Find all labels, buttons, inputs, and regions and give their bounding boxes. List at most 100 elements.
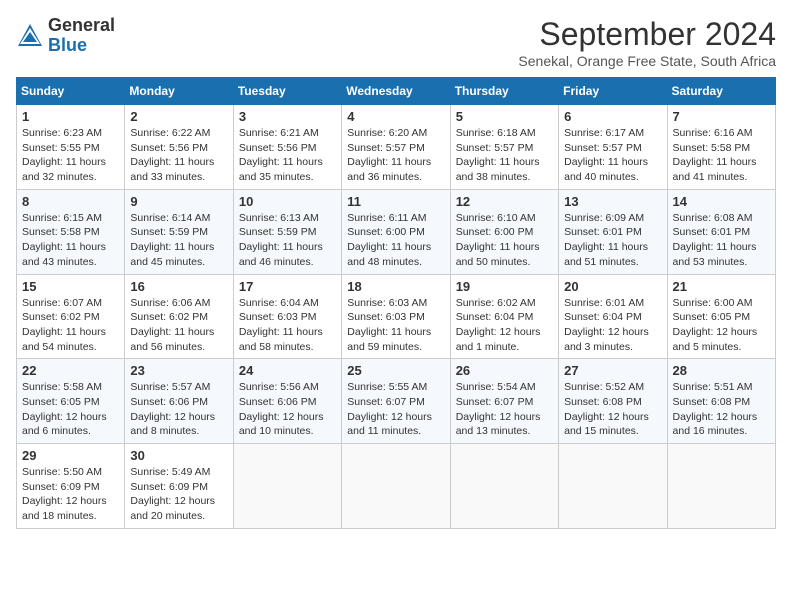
day-number: 28	[673, 363, 770, 378]
calendar-cell: 22 Sunrise: 5:58 AMSunset: 6:05 PMDaylig…	[17, 359, 125, 444]
day-info: Sunrise: 5:57 AMSunset: 6:06 PMDaylight:…	[130, 381, 215, 437]
calendar-cell: 19 Sunrise: 6:02 AMSunset: 6:04 PMDaylig…	[450, 274, 558, 359]
calendar-cell: 29 Sunrise: 5:50 AMSunset: 6:09 PMDaylig…	[17, 444, 125, 529]
calendar-cell: 3 Sunrise: 6:21 AMSunset: 5:56 PMDayligh…	[233, 105, 341, 190]
day-number: 18	[347, 279, 444, 294]
day-info: Sunrise: 5:54 AMSunset: 6:07 PMDaylight:…	[456, 381, 541, 437]
day-number: 24	[239, 363, 336, 378]
day-number: 29	[22, 448, 119, 463]
day-info: Sunrise: 6:17 AMSunset: 5:57 PMDaylight:…	[564, 127, 648, 183]
day-number: 10	[239, 194, 336, 209]
calendar-cell: 4 Sunrise: 6:20 AMSunset: 5:57 PMDayligh…	[342, 105, 450, 190]
calendar-cell: 23 Sunrise: 5:57 AMSunset: 6:06 PMDaylig…	[125, 359, 233, 444]
day-number: 6	[564, 109, 661, 124]
calendar-cell: 12 Sunrise: 6:10 AMSunset: 6:00 PMDaylig…	[450, 189, 558, 274]
calendar-cell	[342, 444, 450, 529]
calendar-cell: 16 Sunrise: 6:06 AMSunset: 6:02 PMDaylig…	[125, 274, 233, 359]
day-info: Sunrise: 6:03 AMSunset: 6:03 PMDaylight:…	[347, 297, 431, 353]
calendar-cell: 20 Sunrise: 6:01 AMSunset: 6:04 PMDaylig…	[559, 274, 667, 359]
page-header: General Blue September 2024 Senekal, Ora…	[16, 16, 776, 69]
calendar-cell	[450, 444, 558, 529]
day-number: 1	[22, 109, 119, 124]
weekday-header: Tuesday	[233, 78, 341, 105]
calendar-cell: 21 Sunrise: 6:00 AMSunset: 6:05 PMDaylig…	[667, 274, 775, 359]
day-info: Sunrise: 6:04 AMSunset: 6:03 PMDaylight:…	[239, 297, 323, 353]
calendar-header-row: SundayMondayTuesdayWednesdayThursdayFrid…	[17, 78, 776, 105]
calendar-week-row: 22 Sunrise: 5:58 AMSunset: 6:05 PMDaylig…	[17, 359, 776, 444]
calendar-cell: 5 Sunrise: 6:18 AMSunset: 5:57 PMDayligh…	[450, 105, 558, 190]
calendar-cell	[559, 444, 667, 529]
calendar-cell: 2 Sunrise: 6:22 AMSunset: 5:56 PMDayligh…	[125, 105, 233, 190]
day-info: Sunrise: 6:20 AMSunset: 5:57 PMDaylight:…	[347, 127, 431, 183]
day-number: 11	[347, 194, 444, 209]
calendar-cell: 24 Sunrise: 5:56 AMSunset: 6:06 PMDaylig…	[233, 359, 341, 444]
day-info: Sunrise: 6:11 AMSunset: 6:00 PMDaylight:…	[347, 212, 431, 268]
title-block: September 2024 Senekal, Orange Free Stat…	[518, 16, 776, 69]
day-info: Sunrise: 5:52 AMSunset: 6:08 PMDaylight:…	[564, 381, 649, 437]
calendar-week-row: 8 Sunrise: 6:15 AMSunset: 5:58 PMDayligh…	[17, 189, 776, 274]
calendar-cell: 30 Sunrise: 5:49 AMSunset: 6:09 PMDaylig…	[125, 444, 233, 529]
logo-icon	[16, 22, 44, 50]
day-info: Sunrise: 6:02 AMSunset: 6:04 PMDaylight:…	[456, 297, 541, 353]
calendar-cell: 17 Sunrise: 6:04 AMSunset: 6:03 PMDaylig…	[233, 274, 341, 359]
calendar-table: SundayMondayTuesdayWednesdayThursdayFrid…	[16, 77, 776, 529]
logo-text: General Blue	[48, 16, 115, 56]
calendar-cell: 18 Sunrise: 6:03 AMSunset: 6:03 PMDaylig…	[342, 274, 450, 359]
day-number: 26	[456, 363, 553, 378]
calendar-week-row: 15 Sunrise: 6:07 AMSunset: 6:02 PMDaylig…	[17, 274, 776, 359]
day-info: Sunrise: 6:14 AMSunset: 5:59 PMDaylight:…	[130, 212, 214, 268]
day-number: 13	[564, 194, 661, 209]
day-number: 19	[456, 279, 553, 294]
day-number: 5	[456, 109, 553, 124]
day-number: 9	[130, 194, 227, 209]
day-number: 17	[239, 279, 336, 294]
day-info: Sunrise: 6:21 AMSunset: 5:56 PMDaylight:…	[239, 127, 323, 183]
day-info: Sunrise: 6:23 AMSunset: 5:55 PMDaylight:…	[22, 127, 106, 183]
day-info: Sunrise: 6:08 AMSunset: 6:01 PMDaylight:…	[673, 212, 757, 268]
day-info: Sunrise: 5:50 AMSunset: 6:09 PMDaylight:…	[22, 466, 107, 522]
day-info: Sunrise: 5:55 AMSunset: 6:07 PMDaylight:…	[347, 381, 432, 437]
day-info: Sunrise: 5:56 AMSunset: 6:06 PMDaylight:…	[239, 381, 324, 437]
day-number: 23	[130, 363, 227, 378]
day-info: Sunrise: 6:06 AMSunset: 6:02 PMDaylight:…	[130, 297, 214, 353]
location-subtitle: Senekal, Orange Free State, South Africa	[518, 53, 776, 69]
weekday-header: Wednesday	[342, 78, 450, 105]
weekday-header: Saturday	[667, 78, 775, 105]
weekday-header: Monday	[125, 78, 233, 105]
day-number: 30	[130, 448, 227, 463]
day-number: 20	[564, 279, 661, 294]
weekday-header: Sunday	[17, 78, 125, 105]
day-number: 4	[347, 109, 444, 124]
logo: General Blue	[16, 16, 115, 56]
day-number: 27	[564, 363, 661, 378]
day-info: Sunrise: 5:58 AMSunset: 6:05 PMDaylight:…	[22, 381, 107, 437]
calendar-cell: 6 Sunrise: 6:17 AMSunset: 5:57 PMDayligh…	[559, 105, 667, 190]
day-info: Sunrise: 6:22 AMSunset: 5:56 PMDaylight:…	[130, 127, 214, 183]
day-info: Sunrise: 6:07 AMSunset: 6:02 PMDaylight:…	[22, 297, 106, 353]
calendar-cell	[667, 444, 775, 529]
day-number: 7	[673, 109, 770, 124]
day-info: Sunrise: 6:13 AMSunset: 5:59 PMDaylight:…	[239, 212, 323, 268]
calendar-cell: 11 Sunrise: 6:11 AMSunset: 6:00 PMDaylig…	[342, 189, 450, 274]
day-number: 16	[130, 279, 227, 294]
calendar-cell: 28 Sunrise: 5:51 AMSunset: 6:08 PMDaylig…	[667, 359, 775, 444]
month-title: September 2024	[518, 16, 776, 53]
calendar-cell: 8 Sunrise: 6:15 AMSunset: 5:58 PMDayligh…	[17, 189, 125, 274]
day-info: Sunrise: 5:49 AMSunset: 6:09 PMDaylight:…	[130, 466, 215, 522]
calendar-cell: 15 Sunrise: 6:07 AMSunset: 6:02 PMDaylig…	[17, 274, 125, 359]
day-info: Sunrise: 5:51 AMSunset: 6:08 PMDaylight:…	[673, 381, 758, 437]
day-info: Sunrise: 6:15 AMSunset: 5:58 PMDaylight:…	[22, 212, 106, 268]
day-number: 14	[673, 194, 770, 209]
day-info: Sunrise: 6:00 AMSunset: 6:05 PMDaylight:…	[673, 297, 758, 353]
calendar-cell	[233, 444, 341, 529]
weekday-header: Friday	[559, 78, 667, 105]
weekday-header: Thursday	[450, 78, 558, 105]
calendar-cell: 14 Sunrise: 6:08 AMSunset: 6:01 PMDaylig…	[667, 189, 775, 274]
calendar-cell: 1 Sunrise: 6:23 AMSunset: 5:55 PMDayligh…	[17, 105, 125, 190]
calendar-cell: 7 Sunrise: 6:16 AMSunset: 5:58 PMDayligh…	[667, 105, 775, 190]
day-info: Sunrise: 6:01 AMSunset: 6:04 PMDaylight:…	[564, 297, 649, 353]
day-number: 25	[347, 363, 444, 378]
calendar-cell: 9 Sunrise: 6:14 AMSunset: 5:59 PMDayligh…	[125, 189, 233, 274]
day-number: 2	[130, 109, 227, 124]
day-number: 8	[22, 194, 119, 209]
